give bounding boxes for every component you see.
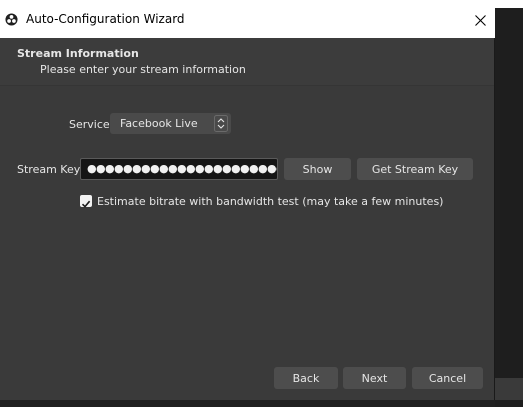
bandwidth-test-checkbox[interactable] — [80, 195, 92, 208]
background-taskbar — [0, 400, 495, 407]
title-bar[interactable]: Auto-Configuration Wizard — [0, 0, 495, 38]
content-area — [0, 86, 494, 400]
checkmark-icon — [81, 200, 91, 208]
get-stream-key-button[interactable]: Get Stream Key — [357, 158, 473, 180]
bandwidth-test-label[interactable]: Estimate bitrate with bandwidth test (ma… — [97, 195, 443, 208]
page-title: Stream Information — [17, 47, 139, 60]
background-window-bar — [495, 378, 523, 400]
screen: Auto-Configuration Wizard Stream Informa… — [0, 0, 523, 407]
obs-logo-icon — [5, 13, 18, 26]
stream-key-input[interactable]: ●●●●●●●●●●●●●●●●●●●●●●●●●●●●● — [80, 158, 278, 180]
next-button[interactable]: Next — [343, 367, 406, 389]
service-select[interactable]: Facebook Live — [110, 113, 231, 134]
background-window — [495, 0, 523, 407]
close-button[interactable] — [465, 6, 495, 34]
background-window-titlebar — [495, 0, 523, 8]
service-selected-value: Facebook Live — [120, 117, 198, 130]
back-button[interactable]: Back — [274, 367, 338, 389]
close-icon — [474, 14, 486, 26]
auto-configuration-wizard-dialog: Auto-Configuration Wizard Stream Informa… — [0, 0, 495, 400]
show-key-button[interactable]: Show — [284, 158, 351, 180]
page-subtitle: Please enter your stream information — [40, 63, 246, 76]
up-down-chevron-icon — [214, 115, 228, 132]
stream-key-masked-value: ●●●●●●●●●●●●●●●●●●●●●●●●●●●●● — [87, 162, 277, 175]
stream-key-label: Stream Key — [17, 163, 81, 176]
cancel-button[interactable]: Cancel — [412, 367, 483, 389]
service-label: Service — [69, 118, 110, 131]
window-title: Auto-Configuration Wizard — [26, 12, 185, 26]
